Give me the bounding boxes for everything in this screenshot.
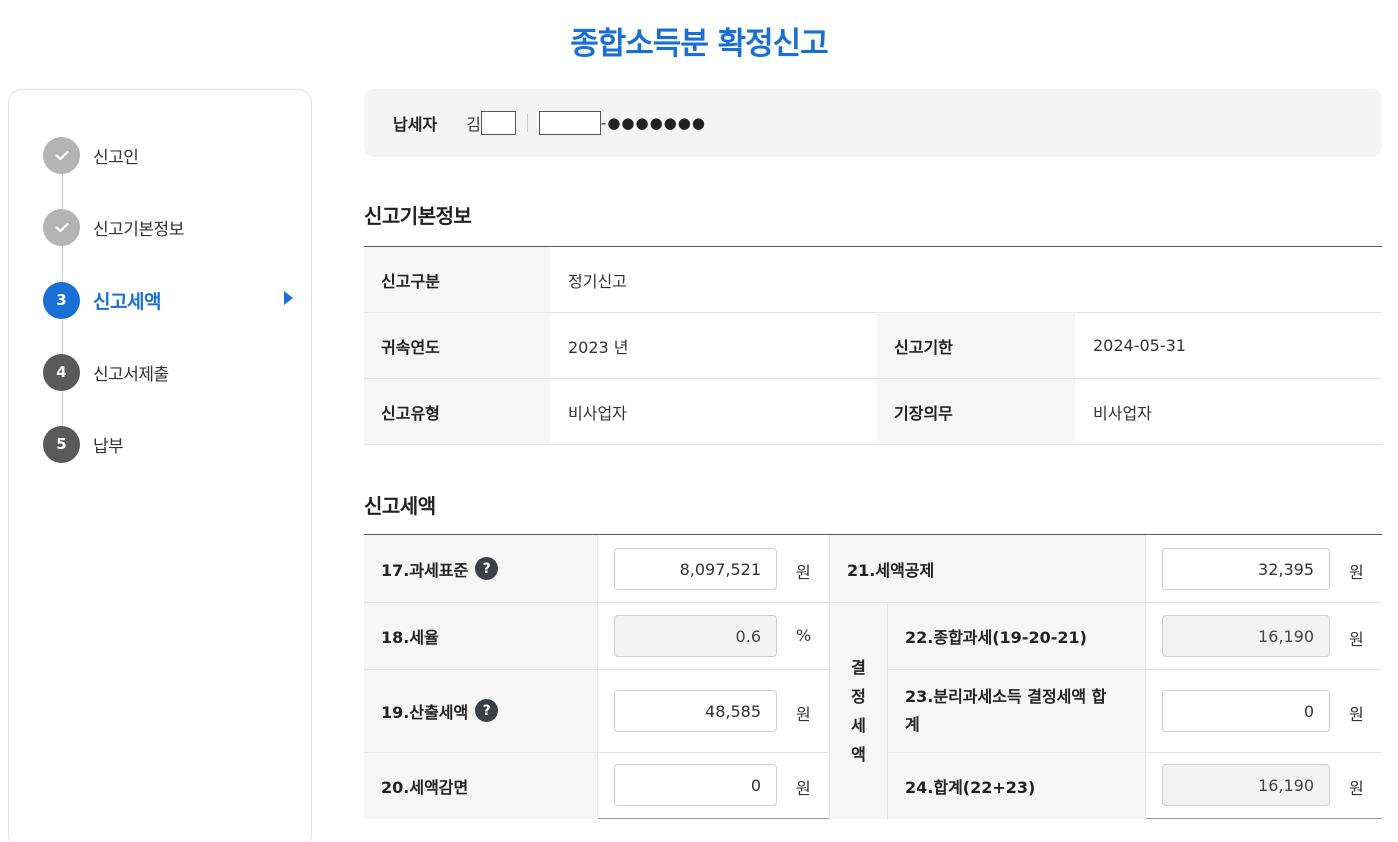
basic-info-section-title: 신고기본정보 <box>364 204 472 228</box>
tax-base-input[interactable]: 8,097,521 <box>614 548 777 590</box>
unit-won: 원 <box>796 779 811 798</box>
col-divider <box>1145 535 1146 820</box>
row-divider <box>888 752 1382 753</box>
bookkeeping-value: 비사업자 <box>1093 403 1152 423</box>
step-label: 신고인 <box>93 147 139 168</box>
filer-type-label: 신고유형 <box>364 379 550 444</box>
vertical-char: 결 <box>851 657 866 677</box>
taxpayer-id: -●●●●●●● <box>538 111 706 135</box>
total-field: 16,190 <box>1162 764 1330 806</box>
step-label: 납부 <box>93 436 124 457</box>
step-label: 신고세액 <box>93 290 161 313</box>
total-label: 24.합계(22+23) <box>888 752 1145 819</box>
step-item-submit[interactable]: 4 신고서제출 <box>43 353 293 391</box>
step-item-payment[interactable]: 5 납부 <box>43 425 293 463</box>
step-item-reporter[interactable]: 신고인 <box>43 136 293 174</box>
separate-tax-input[interactable]: 0 <box>1162 690 1330 732</box>
unit-won: 원 <box>1349 563 1364 582</box>
unit-percent: % <box>796 626 812 645</box>
step-item-basic-info[interactable]: 신고기본정보 <box>43 208 293 246</box>
step-sidebar: 신고인 신고기본정보 3 신고세액 4 신고서제출 5 납부 <box>8 89 312 842</box>
separate-label: 23.분리과세소득 결정세액 합 계 <box>888 669 1145 752</box>
reduction-label: 20.세액감면 <box>364 752 597 819</box>
check-icon <box>43 208 80 246</box>
unit-won: 원 <box>1349 779 1364 798</box>
year-label: 귀속연도 <box>364 313 550 378</box>
col-divider <box>887 602 888 820</box>
unit-won: 원 <box>1349 630 1364 649</box>
help-icon[interactable]: ? <box>475 557 499 580</box>
masked-id-box <box>538 111 601 135</box>
credit-input[interactable]: 32,395 <box>1162 548 1330 590</box>
current-step-arrow-icon <box>284 291 293 305</box>
tax-section-title: 신고세액 <box>364 494 436 518</box>
taxpayer-summary: 납세자 김 -●●●●●●● <box>364 89 1382 157</box>
taxpayer-label: 납세자 <box>393 115 438 134</box>
row-divider <box>888 669 1382 670</box>
page-title: 종합소득분 확정신고 <box>570 26 828 62</box>
deadline-label: 신고기한 <box>877 313 1075 378</box>
step-number: 4 <box>43 353 80 391</box>
check-icon <box>43 136 80 174</box>
tax-base-label: 17.과세표준 ? <box>364 535 597 602</box>
tax-rate-field: 0.6 <box>614 615 777 657</box>
reduction-input[interactable]: 0 <box>614 764 777 806</box>
col-divider <box>597 535 598 820</box>
comprehensive-label: 22.종합과세(19-20-21) <box>888 602 1145 669</box>
determined-tax-group-label: 결 정 세 액 <box>830 602 887 819</box>
deadline-value: 2024-05-31 <box>1093 336 1186 355</box>
separate-label-line2: 계 <box>905 714 920 734</box>
report-type-label: 신고구분 <box>364 247 550 312</box>
tax-amount-table: 17.과세표준 ? 18.세율 19.산출세액 ? 20.세액감면 21.세액공… <box>364 534 1382 820</box>
step-item-tax-amount[interactable]: 3 신고세액 <box>43 281 293 319</box>
masked-name-box <box>480 111 516 135</box>
table-row: 귀속연도 2023 년 신고기한 2024-05-31 <box>364 313 1382 379</box>
year-value: 2023 년 <box>568 337 629 357</box>
tax-base-label-text: 17.과세표준 <box>381 560 469 580</box>
col-divider <box>829 535 830 820</box>
table-row: 신고유형 비사업자 기장의무 비사업자 <box>364 379 1382 445</box>
report-type-value: 정기신고 <box>568 271 627 291</box>
credit-label: 21.세액공제 <box>830 535 1145 602</box>
step-number: 5 <box>43 425 80 463</box>
basic-info-table: 신고구분 정기신고 귀속연도 2023 년 신고기한 2024-05-31 신고… <box>364 246 1382 445</box>
bookkeeping-label: 기장의무 <box>877 379 1075 444</box>
vertical-char: 세 <box>851 715 866 735</box>
help-icon[interactable]: ? <box>475 699 499 722</box>
taxpayer-id-suffix: -●●●●●●● <box>600 114 706 132</box>
filer-type-value: 비사업자 <box>568 403 627 423</box>
vertical-char: 액 <box>851 744 866 764</box>
calc-tax-input[interactable]: 48,585 <box>614 690 777 732</box>
row-divider <box>830 602 1382 603</box>
taxpayer-name-prefix: 김 <box>466 115 481 134</box>
divider <box>526 114 528 132</box>
comprehensive-field: 16,190 <box>1162 615 1330 657</box>
tax-rate-label: 18.세율 <box>364 602 597 669</box>
separate-label-line1: 23.분리과세소득 결정세액 합 <box>905 686 1107 706</box>
unit-won: 원 <box>796 563 811 582</box>
calc-tax-label-text: 19.산출세액 <box>381 702 469 722</box>
table-row: 신고구분 정기신고 <box>364 247 1382 313</box>
calc-tax-label: 19.산출세액 ? <box>364 669 597 752</box>
step-label: 신고기본정보 <box>93 219 184 240</box>
unit-won: 원 <box>1349 705 1364 724</box>
step-label: 신고서제출 <box>93 364 169 385</box>
step-number: 3 <box>43 281 80 319</box>
taxpayer-name: 김 <box>466 111 516 135</box>
vertical-char: 정 <box>851 686 866 706</box>
unit-won: 원 <box>796 705 811 724</box>
